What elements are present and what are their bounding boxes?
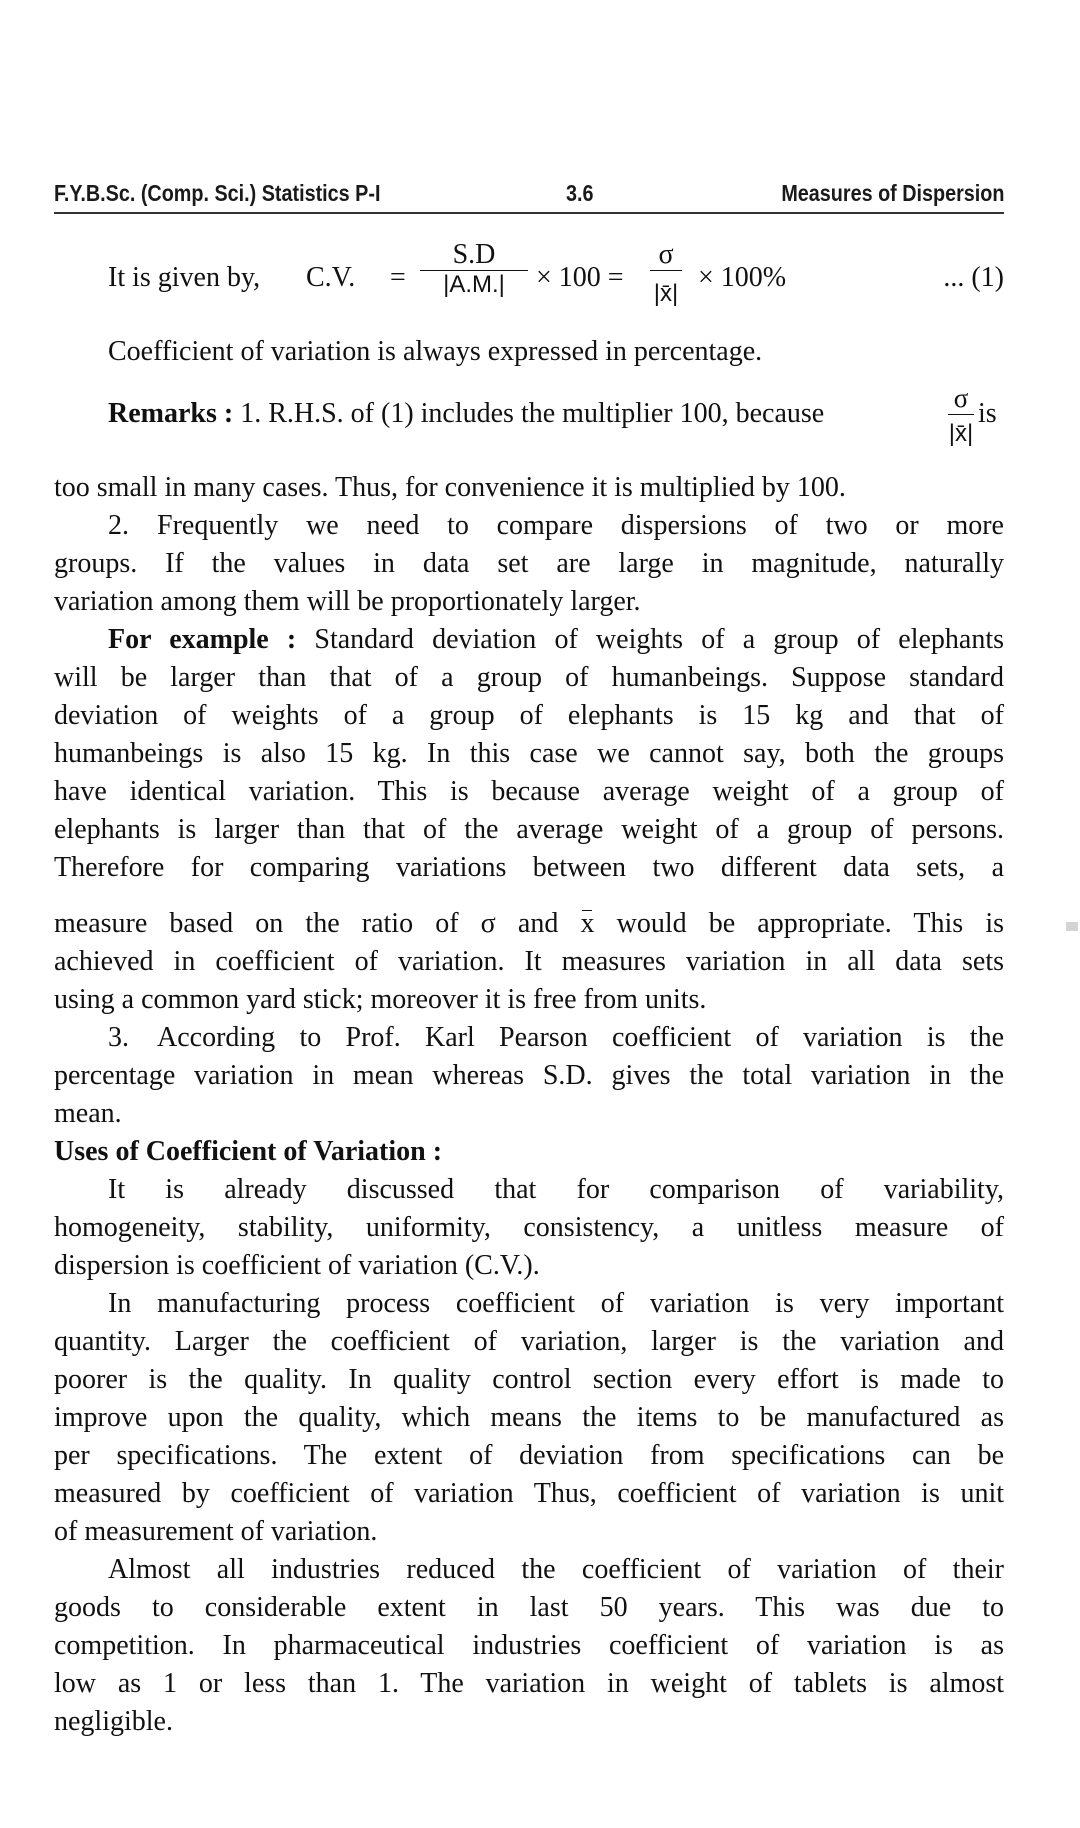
uses-p2-line-6: measured by coefficient of variation Thu… <box>54 1478 1004 1509</box>
line-expressed: Coefficient of variation is always expre… <box>108 336 763 367</box>
formula-cv: C.V. <box>306 262 356 293</box>
cv-formula: It is given by, C.V. = S.D |A.M.| × 100 … <box>108 236 1004 332</box>
point3-line-2: percentage variation in mean whereas S.D… <box>54 1060 1004 1091</box>
uses-p3-line-3: competition. In pharmaceutical industrie… <box>54 1630 1004 1661</box>
uses-p1-line-1: It is already discussed that for compari… <box>108 1174 1004 1205</box>
fraction-denominator: |x̄| <box>948 420 974 447</box>
remarks-is: is <box>978 398 997 429</box>
example-label: For example : <box>108 624 297 655</box>
remarks-label: Remarks : <box>108 398 234 429</box>
point2-line-1: 2. Frequently we need to compare dispers… <box>108 510 1004 541</box>
example-line-2: will be larger than that of a group of h… <box>54 662 1004 693</box>
formula-times-100: × 100 = <box>536 262 624 293</box>
fraction-numerator: σ <box>953 383 969 413</box>
remarks-text: 1. R.H.S. of (1) includes the multiplier… <box>240 398 825 429</box>
uses-p2-line-7: of measurement of variation. <box>54 1516 378 1547</box>
example-line-3: deviation of weights of a group of eleph… <box>54 700 1004 731</box>
formula-times-100-percent: × 100% <box>698 262 787 293</box>
uses-p3-line-1: Almost all industries reduced the coeffi… <box>108 1554 1004 1585</box>
point3-line-1: 3. According to Prof. Karl Pearson coeff… <box>108 1022 1004 1053</box>
fraction-denominator: |x̄| <box>653 280 679 307</box>
example-line-1: For example : Standard deviation of weig… <box>108 624 1004 656</box>
example-line-5: have identical variation. This is becaus… <box>54 776 1004 807</box>
remarks-fraction: σ |x̄| <box>944 384 978 447</box>
uses-p3-line-2: goods to considerable extent in last 50 … <box>54 1592 1004 1623</box>
remarks-line: Remarks : 1. R.H.S. of (1) includes the … <box>108 398 824 430</box>
example-line-10: using a common yard stick; moreover it i… <box>54 984 707 1015</box>
formula-equals: = <box>390 262 406 293</box>
fraction-sd-am: S.D |A.M.| <box>420 240 528 299</box>
page-header: F.Y.B.Sc. (Comp. Sci.) Statistics P-I 3.… <box>54 178 1004 214</box>
uses-p2-line-2: quantity. Larger the coefficient of vari… <box>54 1326 1004 1357</box>
header-chapter-title: Measures of Dispersion <box>780 180 1004 206</box>
formula-lead: It is given by, <box>108 262 261 293</box>
uses-p2-line-4: improve upon the quality, which means th… <box>54 1402 1004 1433</box>
fraction-numerator: S.D <box>452 239 496 270</box>
uses-p1-line-3: dispersion is coefficient of variation (… <box>54 1250 540 1281</box>
fraction-numerator: σ <box>658 239 674 270</box>
header-book-title: F.Y.B.Sc. (Comp. Sci.) Statistics P-I <box>54 180 381 206</box>
equation-number: ... (1) <box>943 262 1004 293</box>
uses-p1-line-2: homogeneity, stability, uniformity, cons… <box>54 1212 1004 1243</box>
example-line-9: achieved in coefficient of variation. It… <box>54 946 1004 977</box>
example-line-7: Therefore for comparing variations betwe… <box>54 852 1004 883</box>
uses-p2-line-3: poorer is the quality. In quality contro… <box>54 1364 1004 1395</box>
remarks-line-2: too small in many cases. Thus, for conve… <box>54 472 846 503</box>
x-bar-symbol: x <box>580 908 595 939</box>
document-page: F.Y.B.Sc. (Comp. Sci.) Statistics P-I 3.… <box>0 0 1080 1828</box>
example-line-6: elephants is larger than that of the ave… <box>54 814 1004 845</box>
header-page-number: 3.6 <box>566 180 594 206</box>
point2-line-3: variation among them will be proportiona… <box>54 586 641 617</box>
ratio-text-b: would be appropriate. This is <box>616 908 1005 939</box>
point3-line-3: mean. <box>54 1098 122 1129</box>
uses-heading: Uses of Coefficient of Variation : <box>54 1136 443 1167</box>
fraction-denominator: |A.M.| <box>443 271 505 298</box>
uses-p2-line-5: per specifications. The extent of deviat… <box>54 1440 1004 1471</box>
uses-p2-line-1: In manufacturing process coefficient of … <box>108 1288 1004 1319</box>
ratio-text-a: measure based on the ratio of σ and <box>54 908 559 939</box>
uses-p3-line-5: negligible. <box>54 1706 173 1737</box>
example-line-8: measure based on the ratio of σ and x wo… <box>54 908 1004 940</box>
example-first: Standard deviation of weights of a group… <box>314 624 1004 655</box>
point2-line-2: groups. If the values in data set are la… <box>54 548 1004 579</box>
example-line-4: humanbeings is also 15 kg. In this case … <box>54 738 1004 769</box>
scroll-position-marker[interactable] <box>1066 922 1078 931</box>
uses-p3-line-4: low as 1 or less than 1. The variation i… <box>54 1668 1004 1699</box>
fraction-sigma-xbar: σ |x̄| <box>644 240 688 311</box>
